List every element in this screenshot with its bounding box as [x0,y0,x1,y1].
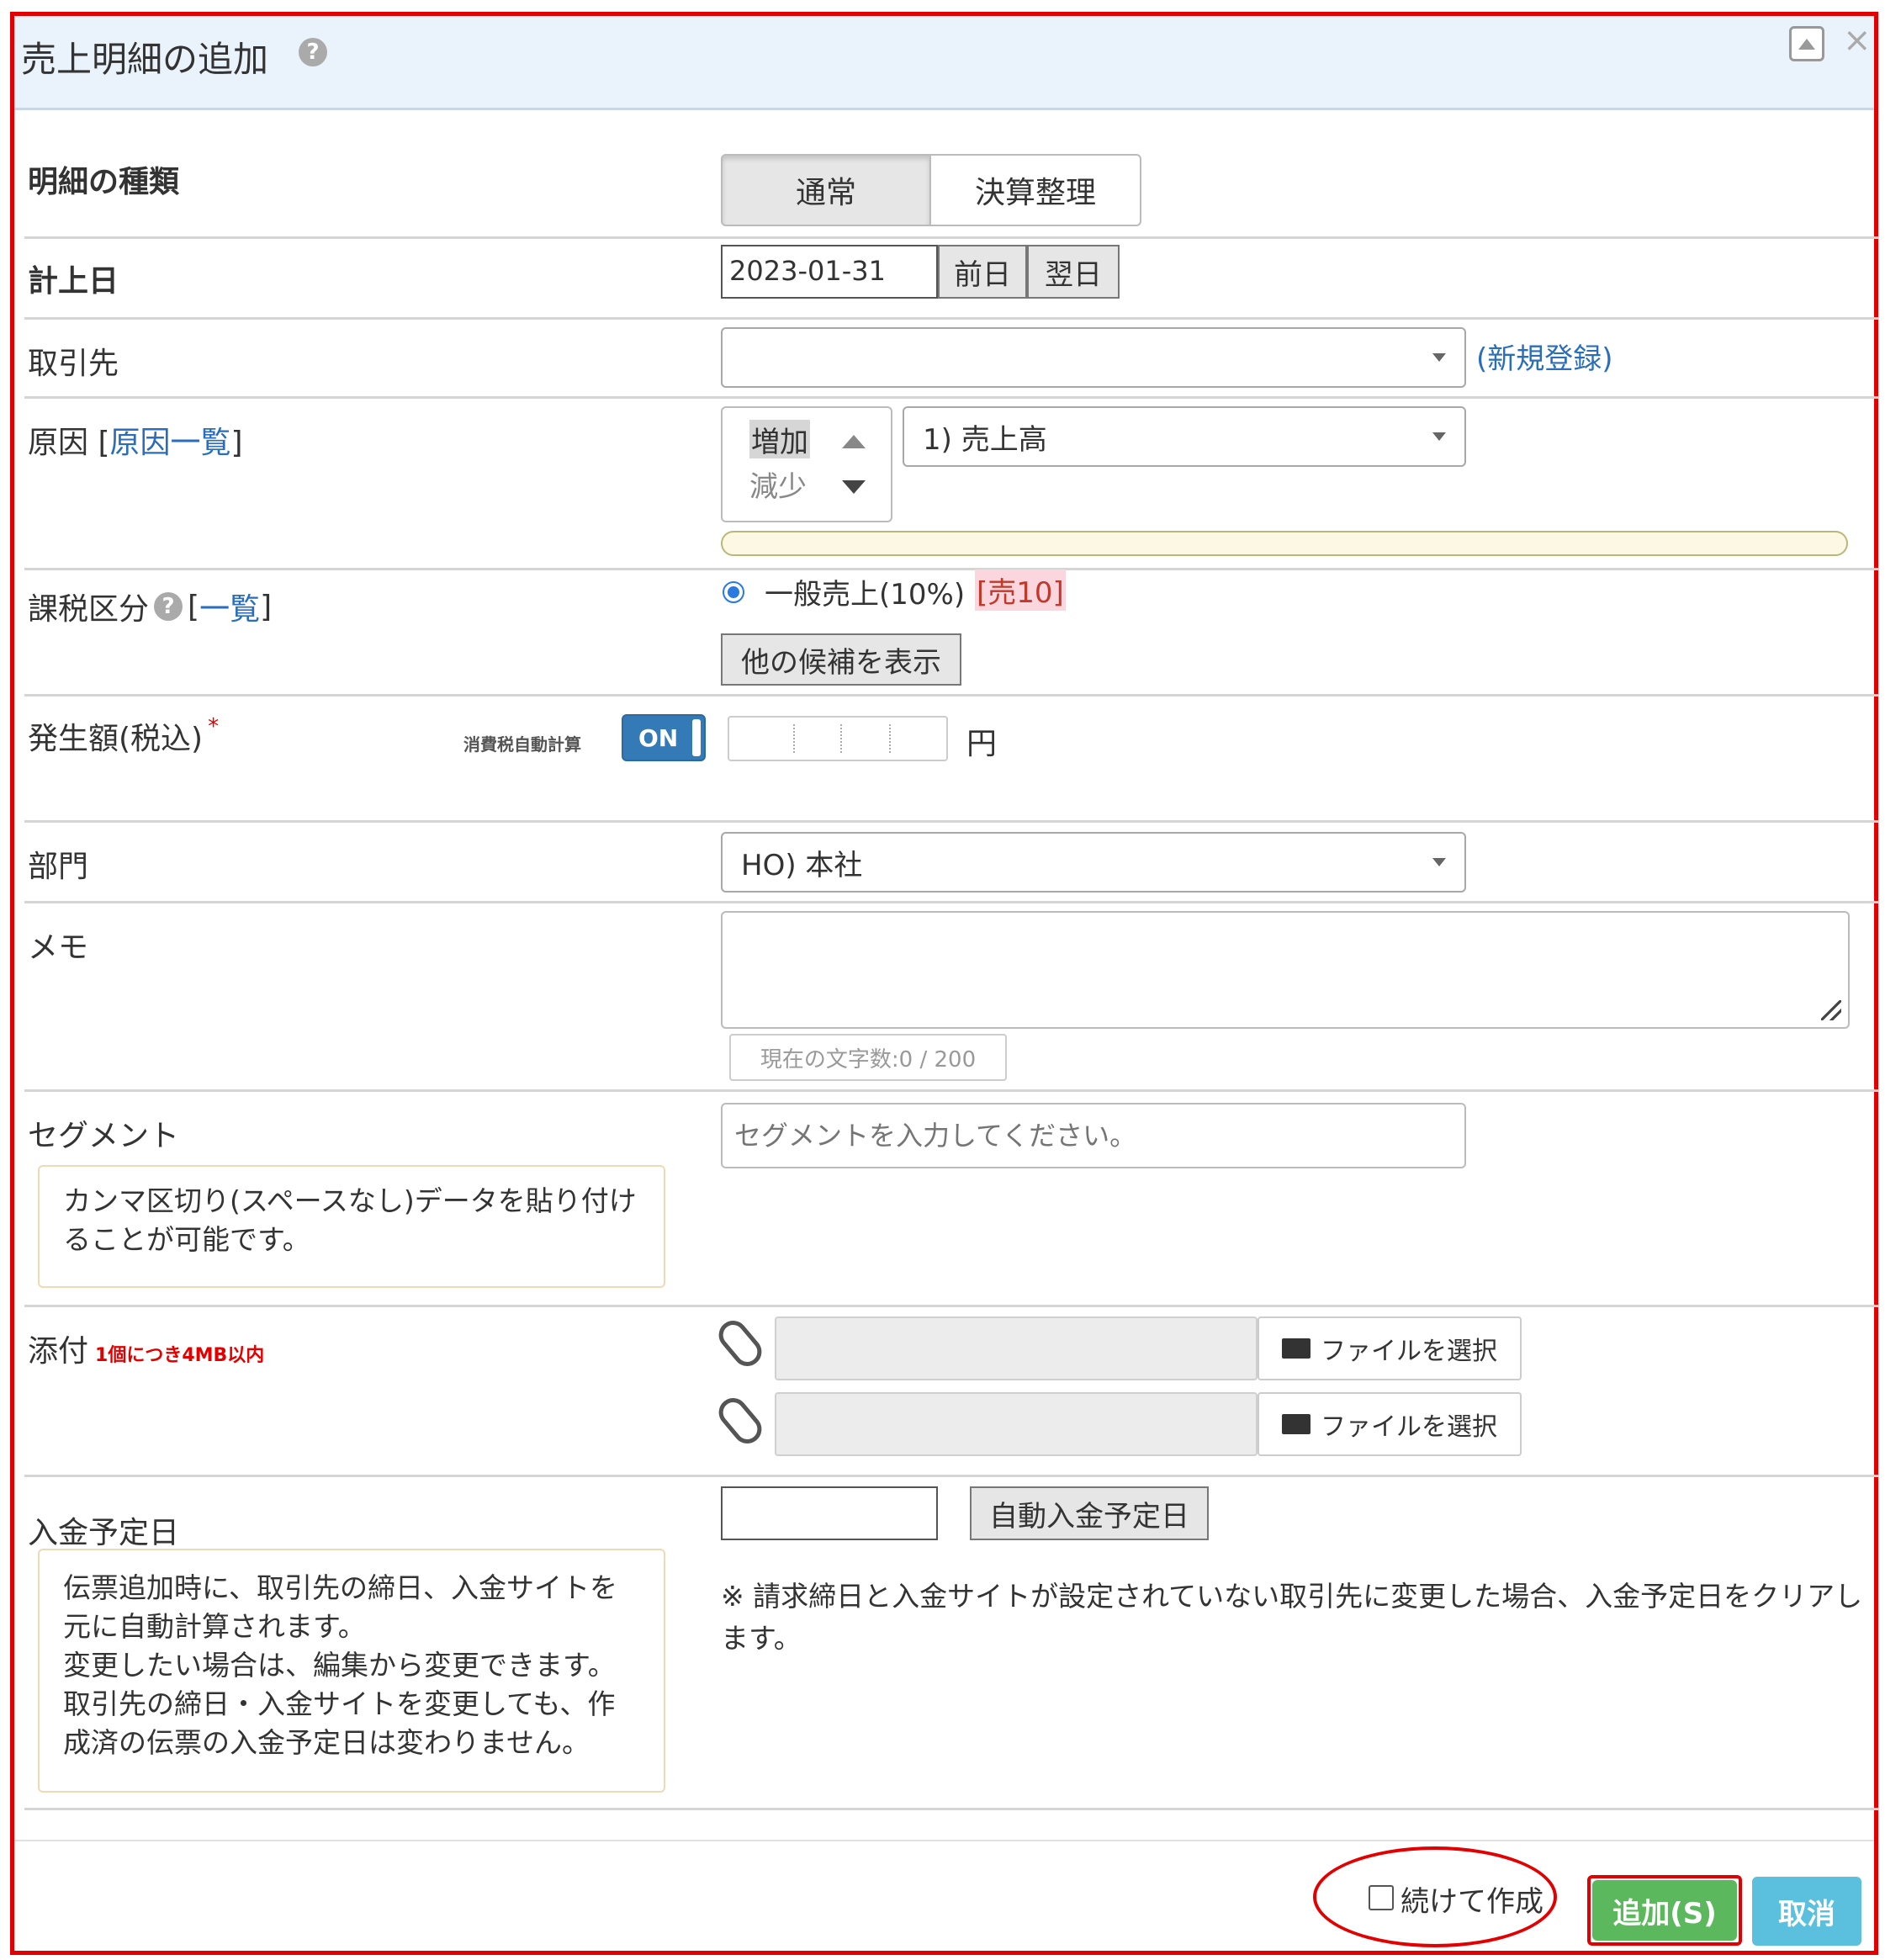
amount-input[interactable] [728,716,948,761]
chevron-down-icon [1432,858,1446,866]
memo-char-count: 現在の文字数:0 / 200 [729,1034,1007,1081]
detail-type-label: 明細の種類 [28,165,180,199]
dialog-titlebar [14,16,1874,110]
auto-tax-toggle[interactable]: ON [622,714,706,761]
memo-textarea[interactable] [721,911,1850,1029]
paperclip-icon [712,1315,768,1372]
cause-label: 原因 [原因一覧] [28,426,243,460]
amount-label: 発生額(税込) * [28,714,220,756]
segment-note: カンマ区切り(スペースなし)データを貼り付けることが可能です。 [38,1165,665,1288]
help-circle-icon[interactable]: ? [154,592,183,621]
choose-file-button-2[interactable]: ファイルを選択 [1258,1392,1522,1456]
memo-label: メモ [28,930,89,965]
attachment-limit: 1個につき4MB以内 [95,1345,265,1366]
partner-select[interactable] [721,327,1466,388]
record-date-input[interactable]: 2023-01-31 [721,245,938,299]
auto-payment-date-button[interactable]: 自動入金予定日 [970,1486,1209,1540]
chevron-down-icon [1432,353,1446,362]
close-icon[interactable]: × [1843,21,1872,60]
cause-account-select[interactable]: 1) 売上高 [903,406,1466,467]
chevron-down-icon [1432,432,1446,441]
payment-date-input[interactable] [721,1486,938,1540]
continue-creating-checkbox[interactable] [1369,1885,1394,1910]
dialog-title: 売上明細の追加 [21,39,269,80]
attachment-filename-box-2 [775,1392,1258,1456]
folder-open-icon [1282,1338,1310,1359]
record-date-label: 計上日 [28,264,119,299]
attachment-label: 添付 1個につき4MB以内 [28,1334,265,1369]
add-sales-detail-dialog: 売上明細の追加 ? × 明細の種類 通常 決算整理 計上日 2023-01-31… [10,12,1879,1955]
cause-status-bar [721,531,1848,556]
partner-label: 取引先 [28,347,119,381]
tax-class-radio[interactable] [723,581,744,603]
partner-register-link[interactable]: (新規登録) [1476,336,1613,377]
cancel-button[interactable]: 取消 [1752,1877,1861,1946]
payment-date-remark: ※ 請求締日と入金サイトが設定されていない取引先に変更した場合、入金予定日をクリ… [721,1580,1863,1655]
payment-date-note: 伝票追加時に、取引先の締日、入金サイトを元に自動計算されます。 変更したい場合は… [38,1549,665,1793]
amount-unit: 円 [966,727,998,761]
paperclip-icon [712,1392,768,1449]
show-other-candidates-button[interactable]: 他の候補を表示 [721,633,961,686]
maximize-icon[interactable] [1789,26,1824,61]
auto-tax-label: 消費税自動計算 [463,734,581,755]
continue-creating-label: 続けて作成 [1401,1885,1543,1919]
detail-type-closing-button[interactable]: 決算整理 [929,154,1141,226]
cause-list-link[interactable]: 原因一覧 [110,426,231,460]
segment-input[interactable] [721,1103,1466,1168]
payment-date-label: 入金予定日 [28,1516,180,1550]
tax-class-option-tag: [売10] [975,569,1066,611]
detail-type-normal-button[interactable]: 通常 [721,154,931,226]
folder-open-icon [1282,1414,1310,1434]
attachment-filename-box-1 [775,1316,1258,1380]
add-button[interactable]: 追加(S) [1592,1880,1737,1941]
cause-increase-option[interactable]: 増加 [749,420,810,459]
spinner-down-icon[interactable] [842,480,866,494]
spinner-up-icon[interactable] [842,435,866,448]
tax-class-label: 課税区分?[一覧] [28,585,272,628]
resize-handle-icon[interactable] [1821,1000,1841,1020]
segment-label: セグメント [28,1119,180,1153]
prev-day-button[interactable]: 前日 [938,245,1027,299]
help-circle-icon[interactable]: ? [299,38,327,66]
cause-decrease-option[interactable]: 減少 [749,464,807,505]
department-label: 部門 [28,850,89,884]
next-day-button[interactable]: 翌日 [1027,245,1120,299]
choose-file-button-1[interactable]: ファイルを選択 [1258,1316,1522,1380]
tax-class-option-label: 一般売上(10%) [765,578,966,612]
department-select[interactable]: HO) 本社 [721,832,1466,893]
tax-class-list-link[interactable]: 一覧 [199,585,260,628]
